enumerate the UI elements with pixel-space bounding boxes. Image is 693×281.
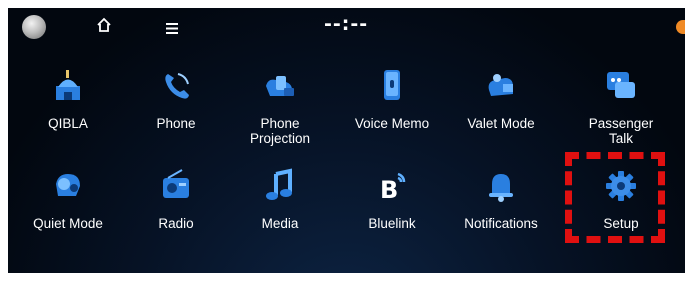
app-label: Phone [156,116,196,131]
app-label: Media [261,216,299,231]
phone-projection-icon [262,68,298,104]
valet-mode-icon [483,68,519,104]
menu-icon[interactable] [166,19,178,38]
mosque-icon [50,68,86,104]
app-label: Phone Projection [249,116,311,146]
app-label: Voice Memo [354,116,430,131]
passenger-talk-icon [603,68,639,104]
setup-highlight-box [565,152,665,243]
radio-icon [158,168,194,204]
music-note-icon [262,168,298,204]
clock: --:-- [324,13,369,35]
home-icon[interactable] [96,17,112,37]
status-bar: --:-- [8,8,685,44]
quiet-mode-icon [50,168,86,204]
app-label: Radio [158,216,194,231]
app-label: Quiet Mode [33,216,103,231]
app-label: Notifications [464,216,538,231]
profile-avatar[interactable] [22,15,46,39]
voice-memo-icon [374,68,410,104]
app-label: Passenger Talk [588,116,654,146]
bluelink-icon: B [374,168,410,204]
app-label: Valet Mode [467,116,535,131]
phone-icon [158,68,194,104]
status-indicator-icon [676,20,685,34]
app-label: Bluelink [368,216,416,231]
bell-icon [483,168,519,204]
page-indicator[interactable] [322,269,372,273]
svg-text:B: B [380,176,398,204]
app-label: QIBLA [48,116,88,131]
